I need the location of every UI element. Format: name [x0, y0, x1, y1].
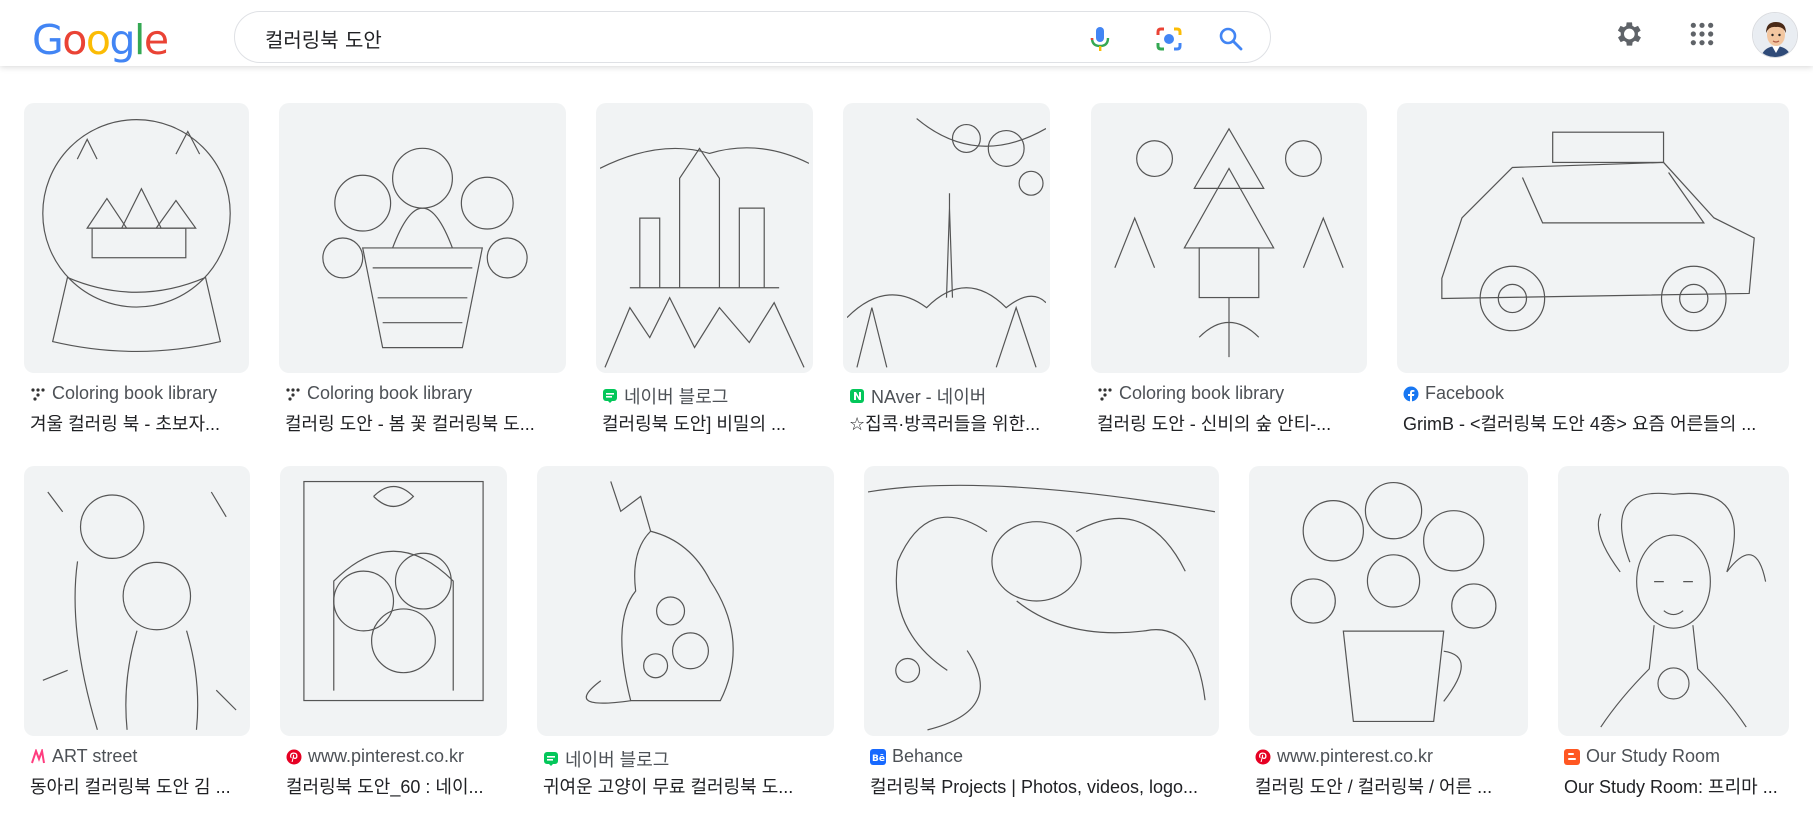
blogger-icon	[1564, 748, 1580, 765]
result-source[interactable]: 네이버 블로그	[602, 383, 728, 409]
image-result-card[interactable]: Bē Behance 컬러링북 Projects | Photos, videos,…	[864, 466, 1219, 797]
result-title[interactable]: 겨울 컬러링 북 - 초보자...	[30, 410, 245, 436]
pinterest-icon	[286, 749, 302, 765]
image-result-card[interactable]: Coloring book library 컬러링 도안 - 봄 꽃 컬러링북 도…	[279, 103, 566, 434]
naver-icon	[849, 388, 865, 404]
result-source[interactable]: Coloring book library	[285, 383, 472, 404]
result-title[interactable]: Our Study Room: 프리마 ...	[1564, 773, 1785, 799]
image-result-card[interactable]: www.pinterest.co.kr 컬러링 도안 / 컬러링북 / 어른 ..…	[1249, 466, 1528, 797]
result-source[interactable]: www.pinterest.co.kr	[286, 746, 464, 767]
result-title[interactable]: 컬러링북 도안] 비밀의 ...	[602, 410, 809, 436]
result-source[interactable]: Facebook	[1403, 383, 1504, 404]
image-result-card[interactable]: Our Study Room Our Study Room: 프리마 ...	[1558, 466, 1789, 797]
image-result-card[interactable]: 네이버 블로그귀여운 고양이 무료 컬러링북 도...	[537, 466, 834, 797]
result-thumbnail[interactable]	[596, 103, 813, 373]
result-thumbnail[interactable]	[864, 466, 1219, 736]
image-result-card[interactable]: 네이버 블로그컬러링북 도안] 비밀의 ...	[596, 103, 813, 434]
result-source-label: 네이버 블로그	[565, 750, 670, 770]
result-thumbnail[interactable]	[280, 466, 507, 736]
result-source-label: Coloring book library	[1119, 383, 1285, 403]
result-source[interactable]: 네이버 블로그	[543, 746, 669, 772]
result-title[interactable]: GrimB - <컬러링북 도안 4종> 요즘 어른들의 ...	[1403, 410, 1785, 436]
result-thumbnail[interactable]	[1558, 466, 1789, 736]
result-source[interactable]: www.pinterest.co.kr	[1255, 746, 1433, 767]
gear-icon[interactable]	[1608, 14, 1648, 54]
facebook-icon	[1403, 386, 1419, 402]
result-source-label: Facebook	[1425, 383, 1505, 403]
result-title[interactable]: 컬러링북 도안_60 : 네이...	[286, 773, 503, 799]
result-title[interactable]: 컬러링 도안 - 신비의 숲 안티-...	[1097, 410, 1363, 436]
result-source[interactable]: Coloring book library	[30, 383, 217, 404]
result-thumbnail[interactable]	[1249, 466, 1528, 736]
naver-blog-icon	[602, 388, 618, 404]
result-source[interactable]: ART street	[30, 746, 137, 767]
coloring-library-icon	[30, 386, 46, 402]
result-source-label: Behance	[892, 746, 964, 766]
result-title[interactable]: 컬러링 도안 - 봄 꽃 컬러링북 도...	[285, 410, 562, 436]
microphone-icon[interactable]	[1085, 24, 1115, 54]
art-street-icon	[30, 748, 46, 765]
google-logo[interactable]: Google	[32, 16, 169, 64]
result-title[interactable]: 컬러링북 Projects | Photos, videos, logo...	[870, 773, 1215, 799]
result-source[interactable]: Bē Behance	[870, 746, 963, 767]
result-title[interactable]: 컬러링 도안 / 컬러링북 / 어른 ...	[1255, 773, 1524, 799]
search-input[interactable]	[265, 24, 1065, 52]
result-source-label: www.pinterest.co.kr	[1277, 746, 1434, 766]
result-source-label: ART street	[52, 746, 138, 766]
pinterest-icon	[1255, 749, 1271, 765]
search-icon[interactable]	[1216, 24, 1246, 54]
image-result-card[interactable]: ART street 동아리 컬러링북 도안 김 ...	[24, 466, 250, 797]
result-thumbnail[interactable]	[24, 103, 249, 373]
result-source-label: Coloring book library	[307, 383, 473, 403]
result-thumbnail[interactable]	[24, 466, 250, 736]
image-result-card[interactable]: Coloring book library 겨울 컬러링 북 - 초보자...	[24, 103, 249, 434]
result-source-label: www.pinterest.co.kr	[308, 746, 465, 766]
naver-blog-icon	[543, 751, 559, 767]
camera-lens-icon[interactable]	[1154, 24, 1184, 54]
coloring-library-icon	[1097, 386, 1113, 402]
image-result-card[interactable]: www.pinterest.co.kr 컬러링북 도안_60 : 네이...	[280, 466, 507, 797]
result-source[interactable]: NAver - 네이버	[849, 383, 986, 409]
result-source-label: Coloring book library	[52, 383, 218, 403]
result-thumbnail[interactable]	[1091, 103, 1367, 373]
result-source[interactable]: Coloring book library	[1097, 383, 1284, 404]
result-title[interactable]: 귀여운 고양이 무료 컬러링북 도...	[543, 773, 830, 799]
image-result-card[interactable]: NAver - 네이버 ☆집콕·방콕러들을 위한...	[843, 103, 1050, 434]
image-result-card[interactable]: Facebook GrimB - <컬러링북 도안 4종> 요즘 어른들의 ...	[1397, 103, 1789, 434]
result-source-label: NAver - 네이버	[871, 387, 987, 407]
result-thumbnail[interactable]	[279, 103, 566, 373]
behance-icon: Bē	[870, 748, 886, 765]
search-bar[interactable]	[234, 11, 1271, 63]
result-source-label: Our Study Room	[1586, 746, 1721, 766]
top-header: Google	[0, 0, 1813, 66]
image-result-card[interactable]: Coloring book library 컬러링 도안 - 신비의 숲 안티-.…	[1091, 103, 1367, 434]
result-thumbnail[interactable]	[843, 103, 1050, 373]
coloring-library-icon	[285, 386, 301, 402]
svg-text:Bē: Bē	[872, 754, 885, 764]
apps-grid-icon[interactable]	[1682, 14, 1722, 54]
result-title[interactable]: 동아리 컬러링북 도안 김 ...	[30, 773, 246, 799]
result-thumbnail[interactable]	[1397, 103, 1789, 373]
result-thumbnail[interactable]	[537, 466, 834, 736]
user-avatar[interactable]	[1752, 12, 1798, 58]
result-source-label: 네이버 블로그	[624, 387, 729, 407]
result-source[interactable]: Our Study Room	[1564, 746, 1720, 767]
result-title[interactable]: ☆집콕·방콕러들을 위한...	[849, 410, 1046, 436]
